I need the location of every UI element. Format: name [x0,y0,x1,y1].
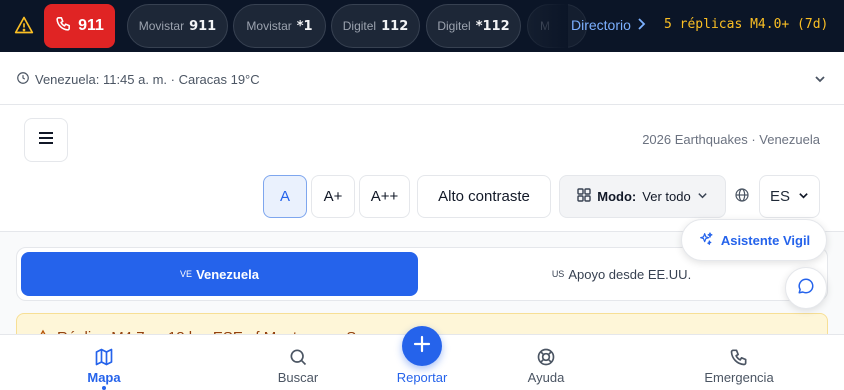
search-icon [288,347,308,370]
carrier-label: Digitel [437,19,471,33]
menu-button[interactable] [24,118,68,162]
site-title: 2026 Earthquakes · Venezuela [642,132,820,147]
scroll-fade [528,0,568,52]
grid-icon [577,188,591,205]
font-size-xlarge-button[interactable]: A++ [359,175,410,218]
map-icon [94,347,114,370]
status-text: Venezuela: 11:45 a. m. · Caracas 19°C [35,72,260,87]
directory-label: Directorio [571,17,631,33]
nav-label: Ayuda [527,370,565,385]
mode-label: Modo: [597,189,637,204]
nav-help[interactable]: Ayuda [511,335,581,390]
tab-venezuela[interactable]: VE Venezuela [21,252,418,296]
lifebuoy-icon [536,347,556,370]
country-code: US [551,269,565,279]
assistant-button[interactable]: Asistente Vigil [681,219,827,261]
tab-label: Apoyo desde EE.UU. [568,266,692,282]
active-indicator [102,386,106,390]
language-select[interactable]: ES [759,175,820,218]
chat-bubble-icon [797,277,815,300]
line-digitel-star112[interactable]: Digitel *112 [426,4,521,48]
carrier-label: Digitel [342,19,377,33]
nav-map[interactable]: Mapa [74,335,134,390]
chevron-down-icon [697,189,708,204]
phone-icon [55,15,72,37]
mode-select[interactable]: Modo: Ver todo [559,175,726,218]
globe-icon [734,187,750,208]
call-911-label: 911 [78,17,104,34]
chevron-down-icon [798,188,809,205]
nav-label: Emergencia [704,370,774,385]
hamburger-icon [38,131,54,150]
directory-link[interactable]: Directorio [571,17,646,33]
line-digitel-112[interactable]: Digitel 112 [331,4,420,48]
sparkles-icon [698,231,714,250]
carrier-number: 112 [381,18,409,34]
chevron-right-icon [637,17,646,33]
warning-icon [14,15,34,35]
phone-icon [729,347,749,370]
font-size-large-button[interactable]: A+ [311,175,355,218]
carrier-label: Movistar [138,19,185,33]
high-contrast-button[interactable]: Alto contraste [417,175,551,218]
plus-icon [413,335,431,358]
tab-label: Venezuela [196,266,259,282]
aftershock-counter[interactable]: 5 réplicas M4.0+ (7d) [664,17,828,32]
carrier-label: Movistar [246,19,292,33]
report-fab[interactable] [402,326,442,366]
clock-icon [16,71,30,88]
nav-emergency[interactable]: Emergencia [694,335,784,390]
country-code: VE [180,269,193,279]
assistant-label: Asistente Vigil [720,232,811,248]
carrier-number: 911 [189,18,217,34]
chat-button[interactable] [785,267,827,309]
nav-label: Reportar [396,370,448,385]
font-size-normal-button[interactable]: A [263,175,307,218]
language-value: ES [769,188,790,205]
carrier-number: *112 [475,18,510,34]
line-movistar-911[interactable]: Movistar 911 [127,4,228,48]
mode-value: Ver todo [642,189,691,204]
chevron-down-icon[interactable] [814,72,826,90]
call-911-button[interactable]: 911 [44,4,115,48]
nav-label: Mapa [87,370,121,385]
nav-label: Buscar [277,370,319,385]
emergency-bar: 911 Movistar 911 Movistar *1 Digitel 112… [0,0,844,52]
carrier-number: *1 [296,18,313,34]
nav-search[interactable]: Buscar [263,335,333,390]
status-row[interactable]: Venezuela: 11:45 a. m. · Caracas 19°C [0,52,844,105]
line-movistar-star1[interactable]: Movistar *1 [233,4,326,48]
